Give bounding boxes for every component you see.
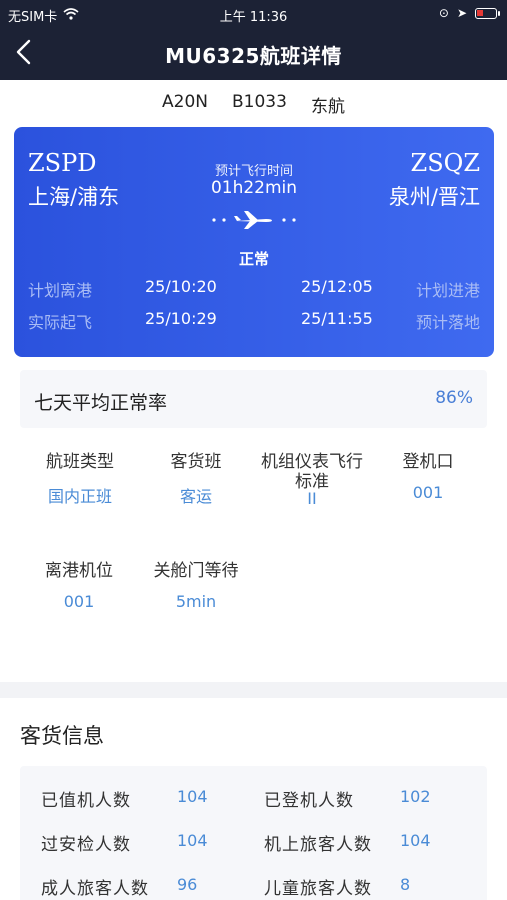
checked-in-value: 104 [177,787,208,806]
battery-icon [475,7,500,19]
estimated-arrival-time: 25/11:55 [301,309,373,328]
status-right: ⊙ ➤ [438,6,500,20]
scheduled-departure-label: 计划离港 [28,281,93,300]
onboard-value: 104 [400,831,431,850]
passenger-section-title: 客货信息 [20,724,104,748]
door-wait-value: 5min [175,592,217,611]
actual-departure-time: 25/10:29 [145,309,217,328]
scheduled-row: 计划离港 25/10:20 25/12:05 计划进港 [14,277,494,301]
passenger-info-panel: 已值机人数 104 已登机人数 102 过安检人数 104 机上旅客人数 104… [20,766,487,900]
ils-standard-label-line1: 机组仪表飞行 [261,452,363,472]
airline-name: 东航 [310,97,345,117]
location-icon: ➤ [456,6,467,20]
status-bar: 无SIM卡 上午 11:36 ⊙ ➤ [0,0,507,28]
estimated-arrival-label: 预计落地 [415,313,480,332]
security-value: 104 [177,831,208,850]
actual-departure-label: 实际起飞 [28,313,93,332]
onboard-label: 机上旅客人数 [264,835,372,855]
aircraft-info: A20N B1033 东航 [0,92,507,117]
aircraft-registration: B1033 [232,92,287,112]
scheduled-arrival-time: 25/12:05 [301,277,373,296]
gate: 登机口 001 [378,451,478,502]
flight-type-value: 国内正班 [47,487,112,506]
arrival-code: ZSQZ [410,149,480,177]
cargo-type-value: 客运 [179,487,212,506]
boarded-value: 102 [400,787,431,806]
on-time-rate-value: 86% [435,388,473,408]
cargo-type-label: 客货班 [170,452,222,472]
cargo-type: 客货班 客运 [146,451,246,507]
airplane-icon [212,211,296,229]
security-label: 过安检人数 [41,835,131,855]
ils-standard-value: II [307,489,317,508]
page-title: MU6325航班详情 [165,44,342,68]
on-time-rate: 七天平均正常率 86% [20,370,487,428]
lock-rotation-icon: ⊙ [438,6,449,20]
flight-status: 正常 [238,250,269,268]
child-label: 儿童旅客人数 [264,879,372,899]
aircraft-type: A20N [162,92,209,112]
door-wait: 关舱门等待 5min [140,560,252,611]
departure-stand-value: 001 [63,592,95,611]
top-bar: 无SIM卡 上午 11:36 ⊙ ➤ MU6325航班详情 [0,0,507,80]
section-divider [0,682,507,698]
adult-label: 成人旅客人数 [41,879,149,899]
flight-type-label: 航班类型 [46,452,114,472]
gate-label: 登机口 [402,452,454,472]
departure-stand: 离港机位 001 [29,560,129,611]
door-wait-label: 关舱门等待 [153,561,239,581]
departure-stand-label: 离港机位 [45,561,113,581]
on-time-rate-label: 七天平均正常率 [34,392,168,414]
scheduled-arrival-label: 计划进港 [415,281,480,300]
flight-card: ZSPD 上海/浦东 预计飞行时间 01h22min ZSQZ 泉州/晋江 正常… [14,127,494,357]
boarded-label: 已登机人数 [264,791,354,811]
child-value: 8 [400,875,411,894]
gate-value: 001 [412,483,444,502]
arrival-city: 泉州/晋江 [388,185,480,209]
checked-in-label: 已值机人数 [41,791,131,811]
flight-type: 航班类型 国内正班 [30,451,130,507]
adult-value: 96 [177,875,198,894]
scheduled-departure-time: 25/10:20 [145,277,217,296]
status-time: 上午 11:36 [219,10,288,25]
actual-row: 实际起飞 25/10:29 25/11:55 预计落地 [14,309,494,333]
ils-standard: 机组仪表飞行 标准 II [251,451,373,508]
